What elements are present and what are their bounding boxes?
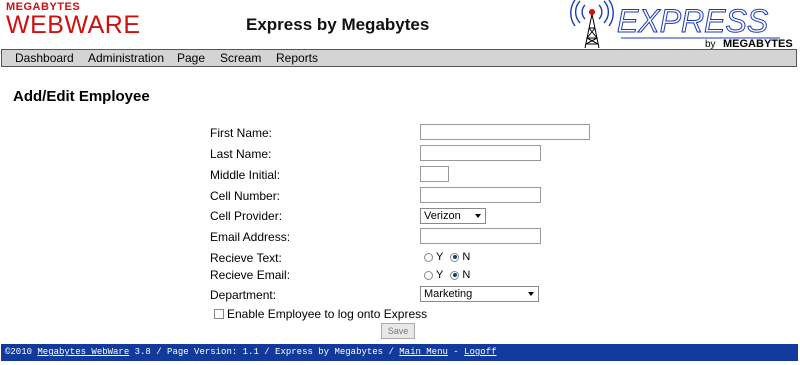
radio-tower-icon (584, 13, 600, 49)
receive-text-label: Recieve Text: (210, 251, 282, 265)
middle-initial-label: Middle Initial: (210, 168, 281, 182)
chevron-down-icon (528, 292, 534, 296)
webware-logo: MEGABYTES WEBWARE (6, 2, 141, 39)
cell-provider-label: Cell Provider: (210, 209, 283, 223)
last-name-label: Last Name: (210, 147, 272, 161)
cell-number-label: Cell Number: (210, 189, 281, 203)
nav-item-administration[interactable]: Administration (88, 51, 164, 65)
express-logo: EXPRESS by MEGABYTES (570, 0, 793, 50)
nav-item-page[interactable]: Page (177, 51, 205, 65)
footer-version-text: 3.8 / Page Version: 1.1 / Express by Meg… (129, 347, 400, 357)
receive-text-no-radio[interactable] (450, 252, 460, 262)
receive-text-radio-group: Y N (424, 251, 477, 263)
department-select[interactable]: Marketing (420, 286, 539, 302)
footer-copyright: ©2010 (5, 347, 38, 357)
footer-logoff-link[interactable]: Logoff (464, 347, 496, 357)
receive-email-yes-radio[interactable] (424, 270, 433, 280)
department-label: Department: (210, 288, 277, 302)
express-brand-text: EXPRESS (617, 3, 768, 39)
receive-text-yes-radio[interactable] (424, 252, 433, 262)
receive-email-label: Recieve Email: (210, 268, 291, 282)
chevron-down-icon (475, 214, 481, 218)
logo-main-text: WEBWARE (6, 11, 141, 39)
receive-email-no-radio[interactable] (450, 270, 460, 280)
department-value: Marketing (424, 288, 473, 300)
tower-beacon-icon (589, 9, 595, 15)
enable-login-label: Enable Employee to log onto Express (227, 307, 428, 321)
enable-login-checkbox[interactable] (214, 309, 224, 319)
receive-email-yes-label: Y (436, 269, 444, 281)
footer-separator: - (447, 347, 465, 357)
page-header: MEGABYTES WEBWARE Express by Megabytes E… (0, 0, 800, 50)
cell-provider-select[interactable]: Verizon (420, 208, 486, 224)
receive-email-no-label: N (462, 269, 471, 281)
cell-provider-value: Verizon (424, 210, 461, 222)
save-button[interactable]: Save (381, 323, 415, 339)
receive-text-no-label: N (462, 251, 471, 263)
enable-login-row: Enable Employee to log onto Express (214, 307, 427, 321)
receive-text-yes-label: Y (436, 251, 444, 263)
app-title: Express by Megabytes (246, 15, 430, 34)
footer-webware-link[interactable]: Megabytes WebWare (37, 347, 129, 357)
receive-email-radio-group: Y N (424, 269, 477, 281)
nav-item-reports[interactable]: Reports (276, 51, 318, 65)
footer-main-menu-link[interactable]: Main Menu (399, 347, 448, 357)
first-name-field[interactable] (420, 124, 590, 140)
nav-item-scream[interactable]: Scream (220, 51, 261, 65)
email-label: Email Address: (210, 230, 291, 244)
nav-item-dashboard[interactable]: Dashboard (15, 51, 74, 65)
first-name-label: First Name: (210, 126, 273, 140)
page-title: Add/Edit Employee (13, 88, 150, 105)
middle-initial-field[interactable] (420, 166, 449, 182)
page-footer: ©2010 Megabytes WebWare 3.8 / Page Versi… (1, 344, 798, 361)
last-name-field[interactable] (420, 145, 541, 161)
main-nav: Dashboard Administration Page Scream Rep… (1, 49, 797, 67)
cell-number-field[interactable] (420, 187, 541, 203)
email-field[interactable] (420, 228, 541, 244)
